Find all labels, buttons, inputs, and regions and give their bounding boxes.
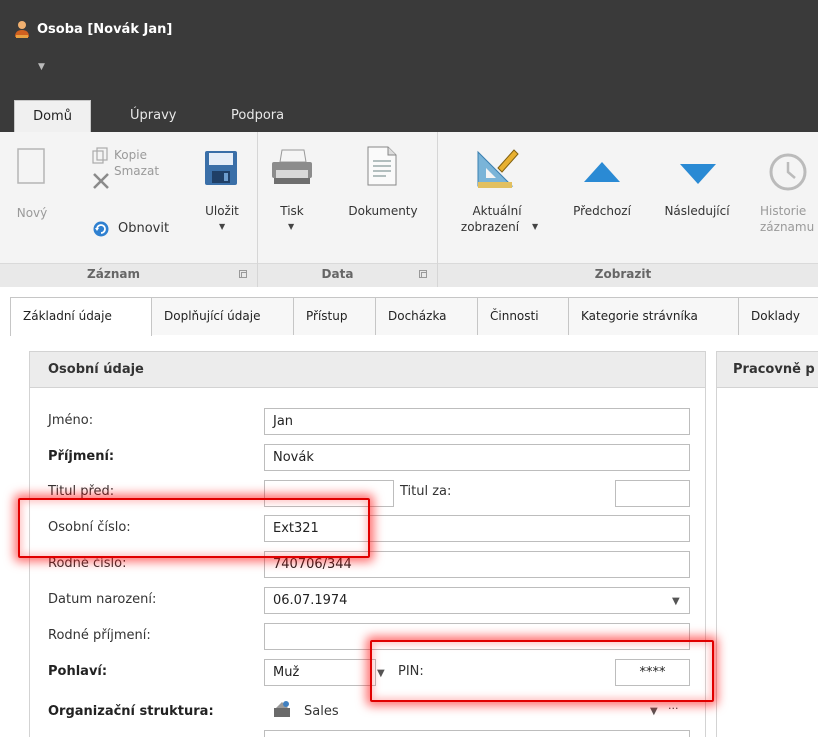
print-dropdown-icon[interactable]: ▼ bbox=[288, 222, 294, 231]
history-button[interactable]: Historie záznamu bbox=[754, 142, 818, 252]
highlight-personal-number bbox=[18, 498, 370, 558]
refresh-button-label: Obnovit bbox=[118, 221, 170, 236]
history-label-2: záznamu bbox=[760, 220, 815, 234]
current-view-label-1: Aktuální bbox=[472, 204, 522, 218]
birth-surname-label: Rodné příjmení: bbox=[48, 628, 151, 643]
tab-dochazka[interactable]: Docházka bbox=[375, 297, 478, 335]
last-name-field[interactable]: Novák bbox=[264, 444, 690, 471]
previous-button[interactable]: Předchozí bbox=[562, 142, 642, 252]
refresh-button[interactable]: Obnovit bbox=[92, 221, 172, 246]
copy-icon bbox=[92, 147, 108, 164]
document-icon bbox=[367, 146, 397, 186]
window-title: Osoba [Novák Jan] bbox=[37, 22, 173, 37]
group-data-footer: Data bbox=[258, 263, 437, 287]
personal-data-header: Osobní údaje bbox=[30, 352, 705, 388]
tab-cinnosti[interactable]: Činnosti bbox=[477, 297, 569, 335]
birth-number-label: Rodné číslo: bbox=[48, 556, 127, 571]
documents-button-label: Dokumenty bbox=[348, 204, 418, 218]
clock-icon bbox=[769, 153, 807, 191]
org-structure-value[interactable]: Sales bbox=[304, 704, 339, 719]
work-panel-header: Pracovně p bbox=[717, 352, 818, 388]
org-sales-icon bbox=[274, 701, 290, 717]
quick-access-dropdown-icon[interactable]: ▼ bbox=[38, 62, 46, 72]
copy-button[interactable]: Kopie bbox=[92, 146, 162, 166]
tab-domu[interactable]: Domů bbox=[14, 100, 91, 132]
tab-doplnujici-udaje[interactable]: Doplňující údaje bbox=[151, 297, 294, 335]
zaznam-launcher-icon[interactable] bbox=[239, 270, 247, 278]
next-button-label: Následující bbox=[664, 204, 730, 218]
tab-kategorie-stravnika[interactable]: Kategorie strávníka bbox=[568, 297, 739, 335]
delete-button-label: Smazat bbox=[114, 164, 160, 178]
group-zobrazit: Aktuální zobrazení ▼ Předchozí Následují… bbox=[438, 132, 818, 287]
group-zaznam-footer: Záznam bbox=[0, 263, 257, 287]
refresh-icon bbox=[93, 221, 109, 237]
tab-doklady[interactable]: Doklady bbox=[738, 297, 818, 335]
org-more-button[interactable]: ··· bbox=[668, 702, 679, 715]
save-button-label: Uložit bbox=[205, 204, 239, 218]
history-label-1: Historie bbox=[760, 204, 807, 218]
copy-button-label: Kopie bbox=[114, 148, 147, 162]
group-zaznam: Nový Kopie Smazat Obnovit Uložit ▼ Zázna… bbox=[0, 132, 258, 287]
title-after-label: Titul za: bbox=[400, 484, 452, 499]
new-document-icon bbox=[17, 148, 45, 184]
work-panel: Pracovně p bbox=[716, 351, 818, 737]
first-name-label: Jméno: bbox=[48, 413, 94, 428]
title-after-field[interactable] bbox=[615, 480, 690, 507]
user-icon bbox=[15, 21, 29, 38]
delete-button[interactable]: Smazat bbox=[92, 164, 172, 192]
print-button-label: Tisk bbox=[280, 204, 304, 218]
next-field[interactable] bbox=[264, 730, 690, 737]
documents-button[interactable]: Dokumenty bbox=[336, 142, 430, 252]
current-view-dropdown-icon[interactable]: ▼ bbox=[532, 222, 538, 231]
last-name-label: Příjmení: bbox=[48, 449, 115, 464]
group-zobrazit-footer: Zobrazit bbox=[438, 263, 818, 287]
current-view-label-2: zobrazení bbox=[460, 220, 520, 234]
print-button[interactable]: Tisk ▼ bbox=[266, 142, 318, 252]
save-icon bbox=[205, 151, 237, 185]
group-data: Tisk ▼ Dokumenty Data bbox=[258, 132, 438, 287]
page-tabs: Základní údaje Doplňující údaje Přístup … bbox=[10, 297, 818, 336]
tab-podpora[interactable]: Podpora bbox=[231, 100, 284, 132]
arrow-up-icon bbox=[584, 162, 620, 182]
next-button[interactable]: Následující bbox=[650, 142, 744, 252]
new-button-label: Nový bbox=[16, 206, 48, 220]
save-dropdown-icon[interactable]: ▼ bbox=[219, 222, 225, 231]
tab-zakladni-udaje[interactable]: Základní údaje bbox=[10, 297, 152, 336]
printer-icon bbox=[272, 149, 312, 184]
tab-pristup[interactable]: Přístup bbox=[293, 297, 376, 335]
data-launcher-icon[interactable] bbox=[419, 270, 427, 278]
highlight-pin bbox=[370, 640, 714, 702]
ribbon-tabs: Domů Úpravy Podpora bbox=[0, 100, 818, 132]
gender-label: Pohlaví: bbox=[48, 664, 108, 679]
org-structure-label: Organizační struktura: bbox=[48, 704, 214, 719]
birth-date-dropdown-icon[interactable]: ▼ bbox=[672, 596, 680, 607]
group-zaznam-label: Záznam bbox=[87, 267, 140, 281]
first-name-field[interactable]: Jan bbox=[264, 408, 690, 435]
arrow-down-icon bbox=[680, 164, 716, 184]
birth-date-field[interactable]: 06.07.1974 bbox=[264, 587, 690, 614]
delete-icon bbox=[93, 173, 109, 189]
tab-upravy[interactable]: Úpravy bbox=[130, 100, 176, 132]
group-data-label: Data bbox=[321, 267, 354, 281]
title-bar: Osoba [Novák Jan] ▼ bbox=[0, 0, 818, 100]
birth-date-label: Datum narození: bbox=[48, 592, 157, 607]
org-dropdown-icon[interactable]: ▼ bbox=[650, 706, 658, 717]
ribbon: Nový Kopie Smazat Obnovit Uložit ▼ Zázna… bbox=[0, 132, 818, 287]
gender-select[interactable]: Muž bbox=[264, 659, 376, 686]
group-zobrazit-label: Zobrazit bbox=[594, 267, 652, 281]
save-button[interactable]: Uložit ▼ bbox=[198, 142, 246, 252]
title-before-label: Titul před: bbox=[48, 484, 115, 499]
ruler-pencil-icon bbox=[477, 149, 519, 188]
current-view-button[interactable]: Aktuální zobrazení ▼ bbox=[442, 142, 552, 262]
previous-button-label: Předchozí bbox=[573, 204, 631, 218]
